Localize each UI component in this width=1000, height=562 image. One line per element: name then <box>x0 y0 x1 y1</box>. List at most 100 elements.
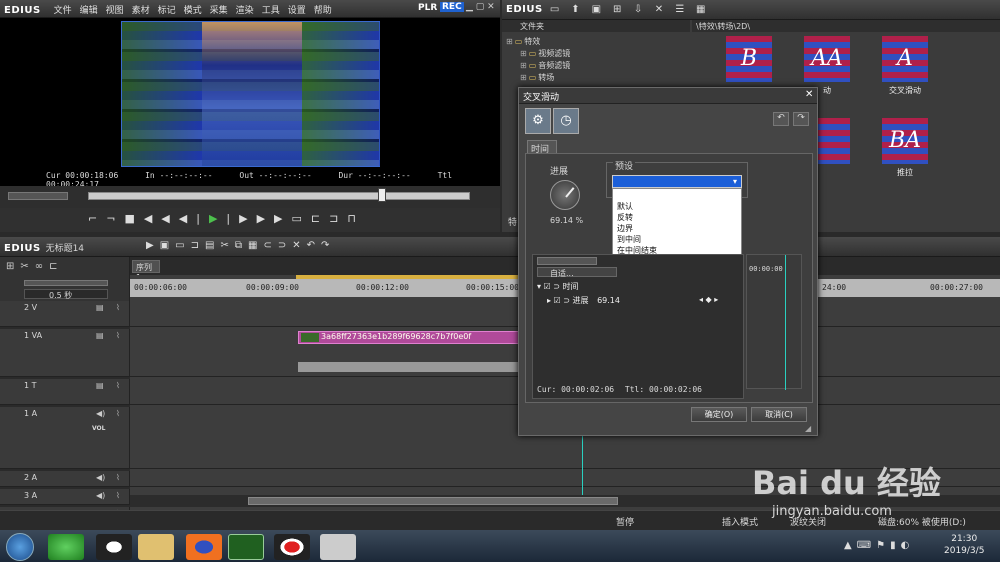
track-link-icon[interactable]: ⌇ <box>116 381 120 390</box>
replace-icon[interactable]: ⊓ <box>347 212 365 225</box>
cancel-button[interactable]: 取消(C) <box>751 407 807 422</box>
auto-select[interactable]: 自适... <box>537 267 617 278</box>
menu-item[interactable]: 工具 <box>262 3 280 16</box>
sequence-icon[interactable]: ▶ <box>146 240 160 251</box>
step-forward-icon[interactable]: |▶ <box>226 212 256 225</box>
clock[interactable]: 21:30 2019/3/5 <box>944 533 984 557</box>
rec-label[interactable]: REC <box>440 2 464 12</box>
track-header[interactable]: 1 T ▤ ⌇ <box>0 379 130 405</box>
menu-item[interactable]: 视图 <box>106 3 124 16</box>
ripple-icon[interactable]: ⊏ <box>49 261 63 272</box>
tree-item[interactable]: ⊞ ▭ 特效 <box>506 36 688 48</box>
fast-forward-icon[interactable]: ▶▶ <box>257 212 292 225</box>
sync-icon[interactable]: ∞ <box>35 261 49 272</box>
scrub-handle[interactable] <box>378 188 387 202</box>
track-lock-icon[interactable]: ◀) <box>96 473 105 482</box>
cut-icon[interactable]: ✂ <box>220 240 234 251</box>
app-icon[interactable] <box>320 534 356 560</box>
settings-tool-icon[interactable]: ⚙ <box>525 108 551 134</box>
save-icon[interactable]: ▤ <box>205 240 220 251</box>
dialog-redo-icon[interactable]: ↷ <box>793 112 809 126</box>
sequence-tab[interactable]: 序列1 <box>132 260 160 282</box>
browser-360-icon[interactable] <box>48 534 84 560</box>
dialog-undo-icon[interactable]: ↶ <box>773 112 789 126</box>
menu-item[interactable]: 标记 <box>158 3 176 16</box>
play-icon[interactable]: ▶ <box>209 212 226 225</box>
track-lock-icon[interactable]: ▤ <box>96 381 104 390</box>
window-controls[interactable]: ▁ ▢ ✕ <box>466 2 495 12</box>
mark-out-icon[interactable]: ¬ <box>106 212 124 225</box>
track-link-icon[interactable]: ⌇ <box>116 303 120 312</box>
redo-icon[interactable]: ↷ <box>321 240 335 251</box>
preset-option[interactable]: 到中间 <box>613 234 741 245</box>
menu-item[interactable]: 采集 <box>210 3 228 16</box>
keyframe-graph[interactable]: 00:00:00 <box>746 254 802 390</box>
track-lock-icon[interactable]: ◀) <box>96 491 105 500</box>
tree-progress-row[interactable]: ▸ ☑ ⊃ 进展 69.14 ◂ ◆ ▸ <box>547 295 741 306</box>
capture-icon[interactable]: ▣ <box>160 240 175 251</box>
ok-button[interactable]: 确定(O) <box>691 407 747 422</box>
track-lock-icon[interactable]: ▤ <box>96 331 104 340</box>
insert-icon[interactable]: ⊏ <box>311 212 329 225</box>
record-icon[interactable] <box>274 534 310 560</box>
plr-label[interactable]: PLR <box>418 3 437 13</box>
preset-select[interactable]: ▾ <box>612 175 742 188</box>
track-link-icon[interactable]: ⌇ <box>116 409 120 418</box>
menu-item[interactable]: 素材 <box>132 3 150 16</box>
folder-icon[interactable]: ▭ <box>548 4 562 16</box>
track-header[interactable]: 3 A ◀) ⌇ <box>0 489 130 505</box>
mark-in-icon[interactable]: ⌐ <box>88 212 106 225</box>
open-icon[interactable]: ⊐ <box>191 240 205 251</box>
tray-icons[interactable]: ▲⌨⚑▮◐ <box>844 540 914 551</box>
qq-icon[interactable] <box>96 534 132 560</box>
firefox-icon[interactable] <box>186 534 222 560</box>
resize-grip-icon[interactable]: ◢ <box>805 424 811 433</box>
tree-expand-icon[interactable]: ⊞ <box>520 61 527 70</box>
track-header[interactable]: 1 VA ▤ ⌇ <box>0 329 130 377</box>
step-back-icon[interactable]: ◀| <box>179 212 209 225</box>
paste-icon[interactable]: ▦ <box>248 240 263 251</box>
menu-item[interactable]: 模式 <box>184 3 202 16</box>
zoom-select[interactable]: 0.5 秒 <box>24 289 108 300</box>
tree-item[interactable]: ⊞ ▭ 音频滤镜 <box>520 60 688 72</box>
view-icon[interactable]: ▦ <box>694 4 708 16</box>
menu-item[interactable]: 文件 <box>54 3 72 16</box>
player-scrubber[interactable] <box>0 186 500 208</box>
track-lock-icon[interactable]: ▤ <box>96 303 104 312</box>
tree-item[interactable]: ⊞ ▭ 转场 <box>520 72 688 84</box>
track-mode-icon[interactable]: ⊞ <box>6 261 20 272</box>
menu-item[interactable]: 编辑 <box>80 3 98 16</box>
rewind-icon[interactable]: ◀◀ <box>144 212 179 225</box>
tree-expand-icon[interactable]: ⊞ <box>520 73 527 82</box>
menu-item[interactable]: 渲染 <box>236 3 254 16</box>
link-icon[interactable]: ⊂⊃ <box>263 240 292 251</box>
track-header[interactable]: 1 A ◀) ⌇ VOL <box>0 407 130 469</box>
keyframe-nav-icon[interactable]: ◂ ◆ ▸ <box>699 295 718 304</box>
tab-time[interactable]: 时间 <box>527 140 557 155</box>
undo-icon[interactable]: ↶ <box>307 240 321 251</box>
tree-time-row[interactable]: ▾ ☑ ⊃ 时间 <box>537 281 741 292</box>
loop-icon[interactable]: ▭ <box>292 212 311 225</box>
clip-1va[interactable]: 3a68ff27363e1b289f69628c7b7f0e0f <box>298 331 520 344</box>
split-icon[interactable]: ✕ <box>292 240 306 251</box>
stop-icon[interactable]: ■ <box>124 212 143 225</box>
apply-icon[interactable]: ⇩ <box>631 4 645 16</box>
tree-expand-icon[interactable]: ⊞ <box>506 37 513 46</box>
tree-item[interactable]: ⊞ ▭ 视频滤镜 <box>520 48 688 60</box>
track-link-icon[interactable]: ⌇ <box>116 331 120 340</box>
tree-icon[interactable]: ⊞ <box>610 4 624 16</box>
overwrite-icon[interactable]: ⊐ <box>329 212 347 225</box>
menu-item[interactable]: 设置 <box>288 3 306 16</box>
menu-item[interactable]: 帮助 <box>314 3 332 16</box>
track-row[interactable] <box>130 471 1000 487</box>
tree-expand-icon[interactable]: ⊞ <box>520 49 527 58</box>
preset-option[interactable]: 默认 <box>613 201 741 212</box>
explorer-icon[interactable] <box>138 534 174 560</box>
transition-thumb[interactable]: A 交叉滑动 <box>870 36 940 114</box>
track-header[interactable]: 2 A ◀) ⌇ <box>0 471 130 487</box>
delete-icon[interactable]: ✕ <box>652 4 666 16</box>
track-header[interactable]: 2 V ▤ ⌇ <box>0 301 130 327</box>
preset-option[interactable]: 边界 <box>613 223 741 234</box>
horizontal-scrollbar[interactable] <box>130 495 1000 507</box>
transition-thumb[interactable]: BA 推拉 <box>870 118 940 196</box>
